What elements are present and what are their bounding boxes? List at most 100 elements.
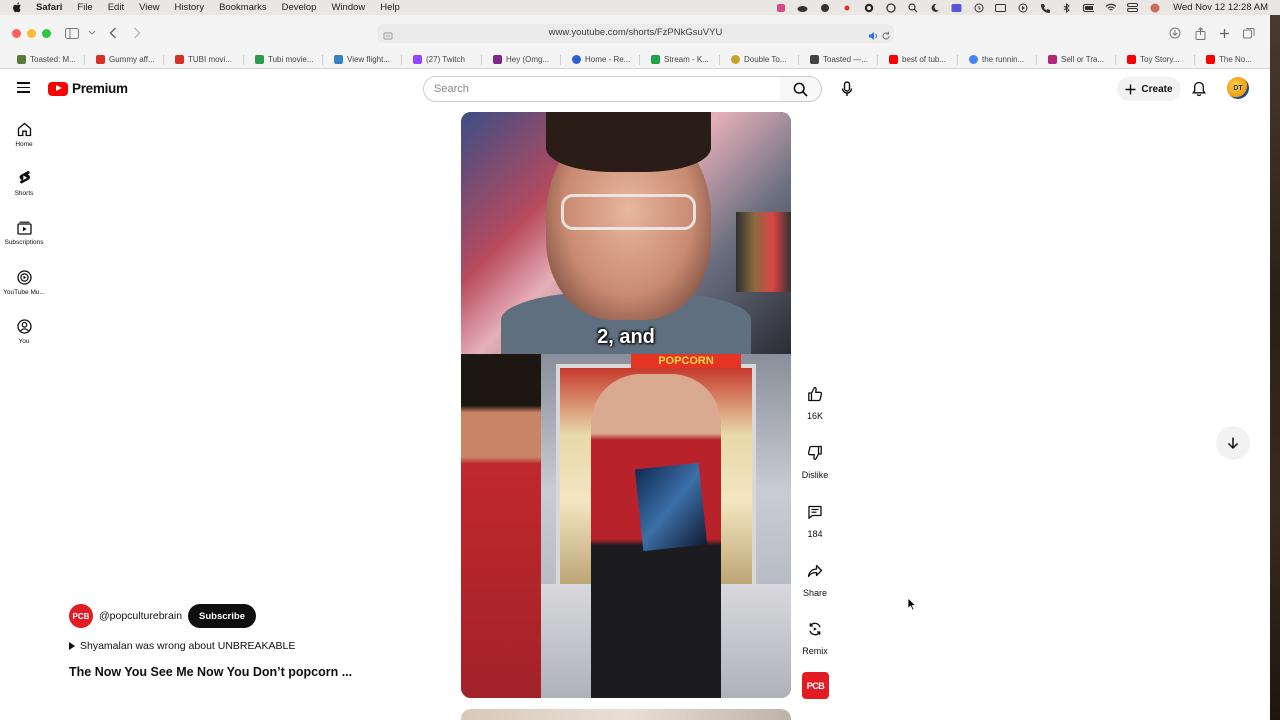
- nav-item-subscriptions[interactable]: Subscriptions: [0, 219, 48, 246]
- control-center-icon[interactable]: [1127, 3, 1139, 13]
- target-icon[interactable]: [863, 3, 874, 13]
- menu-help[interactable]: Help: [380, 2, 400, 13]
- downloads-icon[interactable]: [1167, 26, 1183, 40]
- wifi-icon[interactable]: [1105, 3, 1117, 13]
- reload-icon[interactable]: [881, 28, 891, 40]
- favorite-item[interactable]: best of tub...: [889, 55, 946, 64]
- nav-item-shorts[interactable]: Shorts: [0, 170, 48, 197]
- favorite-item[interactable]: (27) Twitch: [413, 55, 465, 64]
- search-button[interactable]: [780, 76, 822, 102]
- next-short-button[interactable]: [1216, 426, 1250, 460]
- dislike-button[interactable]: Dislike: [795, 439, 835, 480]
- menu-view[interactable]: View: [139, 2, 159, 13]
- favorite-item[interactable]: Home - Re...: [572, 55, 630, 64]
- menu-edit[interactable]: Edit: [108, 2, 124, 13]
- zoom-window-button[interactable]: [42, 29, 51, 38]
- phone-icon[interactable]: [1039, 3, 1050, 13]
- favorite-item[interactable]: Toasted: M...: [17, 55, 76, 64]
- arrow-down-icon: [1227, 437, 1239, 450]
- favorite-item[interactable]: Stream - K...: [651, 55, 709, 64]
- next-short-preview[interactable]: [461, 709, 791, 720]
- focus-moon-icon[interactable]: [929, 3, 940, 13]
- shorts-icon: [16, 170, 32, 186]
- apple-menu-icon[interactable]: [12, 2, 26, 13]
- subscriptions-icon: [16, 219, 32, 235]
- favorite-item[interactable]: Toasted —...: [810, 55, 868, 64]
- menu-bookmarks[interactable]: Bookmarks: [219, 2, 267, 13]
- favorites-divider: [322, 55, 323, 65]
- channel-avatar[interactable]: PCB: [69, 604, 93, 628]
- forward-arrow-icon[interactable]: [129, 26, 145, 40]
- favicon-icon: [731, 55, 740, 64]
- favorite-item[interactable]: The No...: [1206, 55, 1252, 64]
- record-icon[interactable]: [841, 3, 852, 13]
- voice-search-button[interactable]: [834, 76, 860, 102]
- play-icon[interactable]: [1017, 3, 1028, 13]
- close-window-button[interactable]: [12, 29, 21, 38]
- share-button[interactable]: Share: [795, 557, 835, 598]
- sync-icon[interactable]: [885, 2, 896, 13]
- keyboard-icon[interactable]: [995, 3, 1007, 13]
- shorts-video-player[interactable]: POPCORN 2, and: [461, 112, 791, 698]
- new-tab-icon[interactable]: [1216, 26, 1232, 40]
- channel-handle[interactable]: @popculturebrain: [99, 610, 182, 622]
- favorite-item[interactable]: TUBI movi...: [175, 55, 232, 64]
- comments-button[interactable]: 184: [795, 498, 835, 539]
- time-machine-icon[interactable]: [973, 3, 984, 13]
- status-app-icon-2[interactable]: [819, 3, 830, 13]
- share-icon[interactable]: [1192, 26, 1208, 40]
- youtube-premium-logo[interactable]: Premium: [48, 81, 128, 96]
- bluetooth-icon[interactable]: [1061, 2, 1072, 13]
- favorite-item[interactable]: Tubi movie...: [255, 55, 314, 64]
- battery-icon[interactable]: [1083, 3, 1095, 13]
- nav-item-you[interactable]: You: [0, 318, 48, 345]
- minimize-window-button[interactable]: [27, 29, 36, 38]
- favorite-item[interactable]: Sell or Tra...: [1048, 55, 1104, 64]
- favorites-divider: [1036, 55, 1037, 65]
- url-text[interactable]: www.youtube.com/shorts/FzPNkGsuVYU: [377, 27, 894, 38]
- favorite-item[interactable]: Toy Story...: [1127, 55, 1179, 64]
- account-avatar[interactable]: DT: [1227, 77, 1249, 99]
- nav-label: Subscriptions: [4, 239, 44, 246]
- favorite-label: Tubi movie...: [268, 55, 314, 64]
- favorite-item[interactable]: Hey (Omg...: [493, 55, 549, 64]
- menu-safari[interactable]: Safari: [36, 2, 62, 13]
- favicon-icon: [493, 55, 502, 64]
- nav-item-youtube-music[interactable]: YouTube Mu...: [0, 269, 48, 296]
- screen-mirroring-icon[interactable]: [951, 3, 962, 13]
- menu-file[interactable]: File: [77, 2, 92, 13]
- nav-item-home[interactable]: Home: [0, 121, 48, 148]
- video-title[interactable]: The Now You See Me Now You Don’t popcorn…: [69, 665, 352, 679]
- favorite-label: TUBI movi...: [188, 55, 233, 64]
- create-button[interactable]: Create: [1117, 77, 1181, 101]
- menu-develop[interactable]: Develop: [282, 2, 317, 13]
- favorites-divider: [1115, 55, 1116, 65]
- related-video-link[interactable]: Shyamalan was wrong about UNBREAKABLE: [69, 640, 295, 652]
- favorite-item[interactable]: View flight...: [334, 55, 390, 64]
- remix-button[interactable]: Remix: [795, 615, 835, 656]
- favorite-label: Gummy aff...: [109, 55, 155, 64]
- search-input[interactable]: Search: [423, 76, 781, 102]
- user-account-icon[interactable]: [1149, 3, 1160, 13]
- status-app-icon[interactable]: [775, 3, 786, 13]
- favorite-item[interactable]: the runnin...: [969, 55, 1024, 64]
- favorites-bar: Toasted: M... Gummy aff... TUBI movi... …: [0, 52, 1270, 69]
- favorite-item[interactable]: Gummy aff...: [96, 55, 155, 64]
- channel-thumbnail[interactable]: PCB: [802, 672, 829, 699]
- audio-playing-icon[interactable]: [868, 28, 878, 40]
- tab-overview-icon[interactable]: [1241, 26, 1257, 40]
- notifications-button[interactable]: [1190, 80, 1208, 98]
- sidebar-toggle-icon[interactable]: [64, 26, 80, 40]
- menu-history[interactable]: History: [175, 2, 205, 13]
- menu-hamburger-icon[interactable]: [17, 82, 31, 94]
- like-button[interactable]: 16K: [795, 380, 835, 421]
- menubar-clock[interactable]: Wed Nov 12 12:28 AM: [1173, 2, 1268, 13]
- favorite-item[interactable]: Double To...: [731, 55, 787, 64]
- spotlight-search-icon[interactable]: [907, 2, 918, 13]
- menu-window[interactable]: Window: [331, 2, 365, 13]
- address-bar[interactable]: www.youtube.com/shorts/FzPNkGsuVYU: [377, 24, 894, 43]
- back-arrow-icon[interactable]: [105, 26, 121, 40]
- cloud-icon[interactable]: [797, 3, 808, 13]
- subscribe-button[interactable]: Subscribe: [188, 604, 256, 628]
- chevron-down-icon[interactable]: [84, 26, 100, 40]
